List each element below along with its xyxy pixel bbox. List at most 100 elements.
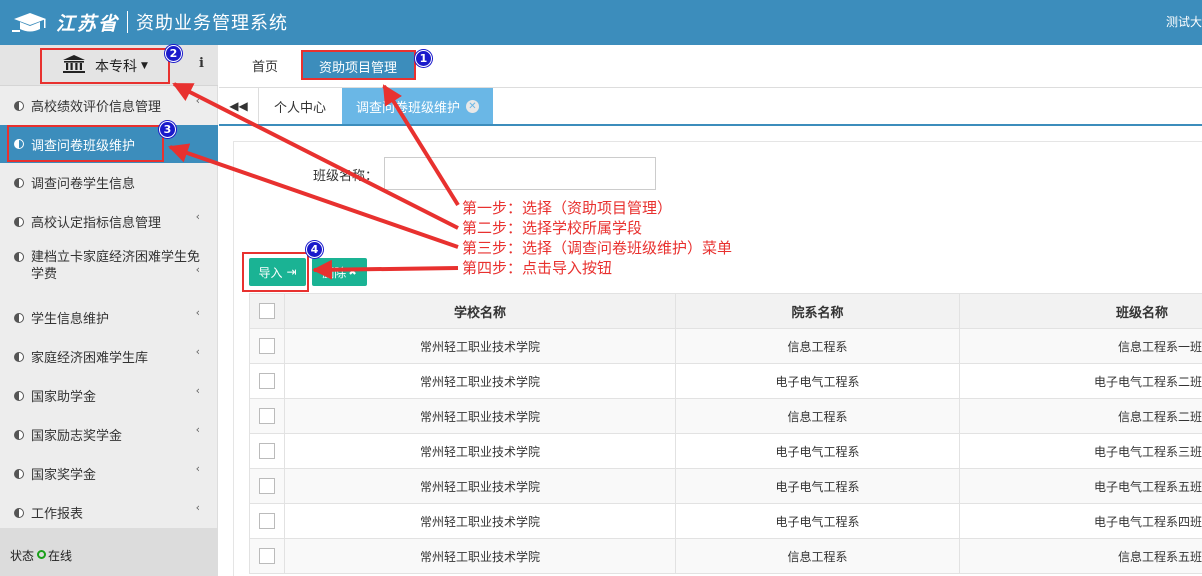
school-cell: 常州轻工职业技术学院: [284, 433, 676, 469]
status-value: 在线: [48, 549, 73, 563]
school-level-bar: 本专科 ▼ i: [0, 45, 218, 86]
row-checkbox[interactable]: [259, 408, 275, 424]
row-select-cell: [249, 433, 285, 469]
sidebar-item-label: 建档立卡家庭经济困难学生免学费: [31, 250, 201, 282]
school-level-dropdown[interactable]: 本专科 ▼: [41, 49, 170, 83]
row-checkbox[interactable]: [259, 338, 275, 354]
row-select-cell: [249, 503, 285, 539]
chevron-left-icon: ‹: [195, 384, 200, 397]
sidebar-item-label: 国家助学金: [31, 390, 97, 405]
step-note: 第一步：选择（资助项目管理）: [462, 199, 673, 217]
sidebar-item-poor-students[interactable]: 家庭经济困难学生库 ‹: [0, 337, 218, 376]
column-header[interactable]: 院系名称: [675, 293, 960, 329]
sidebar: 本专科 ▼ i 高校绩效评价信息管理 ‹ 调查问卷班级维护 调查问卷学生信息 高…: [0, 45, 218, 576]
info-icon[interactable]: i: [199, 56, 204, 71]
row-checkbox[interactable]: [259, 443, 275, 459]
class-cell: 电子电气工程系四班: [959, 503, 1202, 539]
table-header-row: 学校名称 院系名称 班级名称: [249, 293, 1202, 329]
department-cell: 信息工程系: [675, 328, 960, 364]
bank-icon: [63, 55, 86, 77]
sidebar-menu: 高校绩效评价信息管理 ‹ 调查问卷班级维护 调查问卷学生信息 高校认定指标信息管…: [0, 86, 218, 532]
half-circle-icon: [14, 216, 24, 227]
class-cell: 信息工程系五班: [959, 538, 1202, 574]
nav-home[interactable]: 首页: [252, 56, 278, 75]
sidebar-item-label: 调查问卷班级维护: [31, 138, 136, 154]
step-badge: 3: [159, 121, 176, 138]
chevron-left-icon: ‹: [195, 263, 200, 276]
user-name[interactable]: 测试大: [1166, 13, 1202, 30]
row-checkbox[interactable]: [259, 548, 275, 564]
chevron-left-icon: ‹: [195, 462, 200, 475]
tab-survey-class[interactable]: 调查问卷班级维护 ✕: [342, 88, 493, 124]
chevron-left-icon: ‹: [195, 345, 200, 358]
sign-in-icon: ⇥: [286, 265, 297, 279]
close-icon[interactable]: ✕: [466, 99, 479, 113]
row-select-cell: [249, 398, 285, 434]
sidebar-item-national-scholarship[interactable]: 国家奖学金 ‹: [0, 454, 218, 493]
half-circle-icon: [14, 351, 24, 362]
half-circle-icon: [14, 177, 24, 188]
sidebar-item-label: 调查问卷学生信息: [31, 177, 136, 192]
status-bar: 状态 在线: [0, 528, 218, 576]
top-header: 江苏省 资助业务管理系统 测试大: [0, 0, 1202, 45]
half-circle-icon: [14, 429, 24, 440]
delete-button[interactable]: 删除 ✖: [312, 258, 367, 286]
row-checkbox[interactable]: [259, 373, 275, 389]
department-cell: 信息工程系: [675, 538, 960, 574]
class-table: 学校名称 院系名称 班级名称 常州轻工职业技术学院 信息工程系 信息工程系一班 …: [249, 293, 1202, 574]
half-circle-icon: [14, 507, 24, 518]
class-cell: 电子电气工程系五班: [959, 468, 1202, 504]
sidebar-item-indicator[interactable]: 高校认定指标信息管理 ‹: [0, 202, 218, 241]
column-header[interactable]: 学校名称: [284, 293, 676, 329]
half-circle-icon: [14, 390, 24, 401]
column-header[interactable]: 班级名称: [959, 293, 1202, 329]
nav-funding-project[interactable]: 资助项目管理: [302, 52, 414, 80]
sidebar-item-survey-class[interactable]: 调查问卷班级维护: [0, 125, 218, 163]
table-row[interactable]: 常州轻工职业技术学院 电子电气工程系 电子电气工程系三班: [249, 433, 1202, 469]
select-all-checkbox[interactable]: [259, 303, 275, 319]
school-cell: 常州轻工职业技术学院: [284, 538, 676, 574]
online-status-icon: [37, 550, 47, 559]
tab-personal-center[interactable]: 个人中心: [259, 88, 341, 124]
half-circle-icon: [14, 468, 24, 479]
table-row[interactable]: 常州轻工职业技术学院 信息工程系 信息工程系五班: [249, 538, 1202, 574]
tab-scroll-left-icon[interactable]: ◀◀: [219, 88, 259, 124]
table-row[interactable]: 常州轻工职业技术学院 信息工程系 信息工程系二班: [249, 398, 1202, 434]
sidebar-item-reports[interactable]: 工作报表 ‹: [0, 493, 218, 532]
page-tabs: ◀◀ 个人中心 调查问卷班级维护 ✕: [219, 88, 1202, 126]
sidebar-item-student-info[interactable]: 学生信息维护 ‹: [0, 298, 218, 337]
step-badge: 2: [165, 45, 182, 62]
row-select-cell: [249, 468, 285, 504]
sidebar-item-tuition-waiver[interactable]: 建档立卡家庭经济困难学生免学费 ‹: [0, 241, 218, 298]
table-row[interactable]: 常州轻工职业技术学院 信息工程系 信息工程系一班: [249, 328, 1202, 364]
school-cell: 常州轻工职业技术学院: [284, 503, 676, 539]
sidebar-item-inspirational-scholarship[interactable]: 国家励志奖学金 ‹: [0, 415, 218, 454]
chevron-left-icon: ‹: [195, 94, 200, 107]
delete-label: 删除: [322, 265, 347, 280]
half-circle-icon: [14, 252, 24, 262]
import-button[interactable]: 导入 ⇥: [249, 258, 306, 286]
class-name-input[interactable]: [384, 157, 656, 190]
department-cell: 电子电气工程系: [675, 363, 960, 399]
sidebar-item-label: 高校绩效评价信息管理: [31, 100, 162, 115]
table-row[interactable]: 常州轻工职业技术学院 电子电气工程系 电子电气工程系四班: [249, 503, 1202, 539]
half-circle-icon: [14, 139, 24, 149]
table-row[interactable]: 常州轻工职业技术学院 电子电气工程系 电子电气工程系二班: [249, 363, 1202, 399]
step-note: 第二步：选择学校所属学段: [462, 219, 643, 237]
tab-label: 调查问卷班级维护: [355, 100, 460, 116]
school-cell: 常州轻工职业技术学院: [284, 328, 676, 364]
sidebar-item-performance[interactable]: 高校绩效评价信息管理 ‹: [0, 86, 218, 125]
sidebar-item-national-grant[interactable]: 国家助学金 ‹: [0, 376, 218, 415]
school-level-label: 本专科: [95, 59, 138, 75]
sidebar-item-label: 高校认定指标信息管理: [31, 216, 162, 231]
graduation-cap-icon: [10, 11, 50, 33]
row-select-cell: [249, 328, 285, 364]
row-checkbox[interactable]: [259, 513, 275, 529]
row-checkbox[interactable]: [259, 478, 275, 494]
department-cell: 电子电气工程系: [675, 503, 960, 539]
sidebar-item-survey-student[interactable]: 调查问卷学生信息: [0, 163, 218, 202]
table-row[interactable]: 常州轻工职业技术学院 电子电气工程系 电子电气工程系五班: [249, 468, 1202, 504]
sidebar-item-label: 国家奖学金: [31, 468, 97, 483]
chevron-left-icon: ‹: [195, 306, 200, 319]
top-nav: 首页 资助项目管理: [219, 45, 1202, 88]
